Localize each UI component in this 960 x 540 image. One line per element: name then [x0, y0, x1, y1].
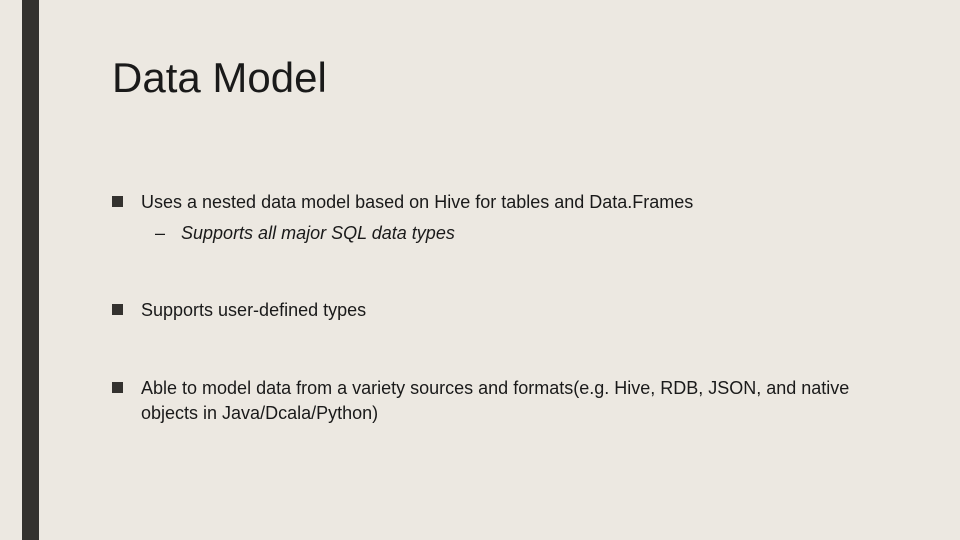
square-bullet-icon — [112, 196, 123, 207]
square-bullet-icon — [112, 382, 123, 393]
bullet-item: Able to model data from a variety source… — [112, 376, 900, 426]
sub-item-text: Supports all major SQL data types — [181, 221, 455, 246]
bullet-text: Able to model data from a variety source… — [141, 378, 849, 423]
slide-accent-bar — [22, 0, 39, 540]
sub-item: – Supports all major SQL data types — [155, 221, 900, 246]
bullet-text-wrapper: Able to model data from a variety source… — [141, 376, 900, 426]
bullet-text-wrapper: Supports user-defined types — [141, 298, 900, 323]
slide-title: Data Model — [112, 54, 900, 102]
bullet-list: Uses a nested data model based on Hive f… — [112, 190, 900, 426]
bullet-text: Supports user-defined types — [141, 300, 366, 320]
bullet-item: Uses a nested data model based on Hive f… — [112, 190, 900, 246]
dash-bullet-icon: – — [155, 221, 165, 246]
square-bullet-icon — [112, 304, 123, 315]
bullet-text: Uses a nested data model based on Hive f… — [141, 192, 693, 212]
slide-content: Data Model Uses a nested data model base… — [112, 54, 900, 478]
bullet-text-wrapper: Uses a nested data model based on Hive f… — [141, 190, 900, 246]
sub-list: – Supports all major SQL data types — [141, 221, 900, 246]
bullet-item: Supports user-defined types — [112, 298, 900, 323]
